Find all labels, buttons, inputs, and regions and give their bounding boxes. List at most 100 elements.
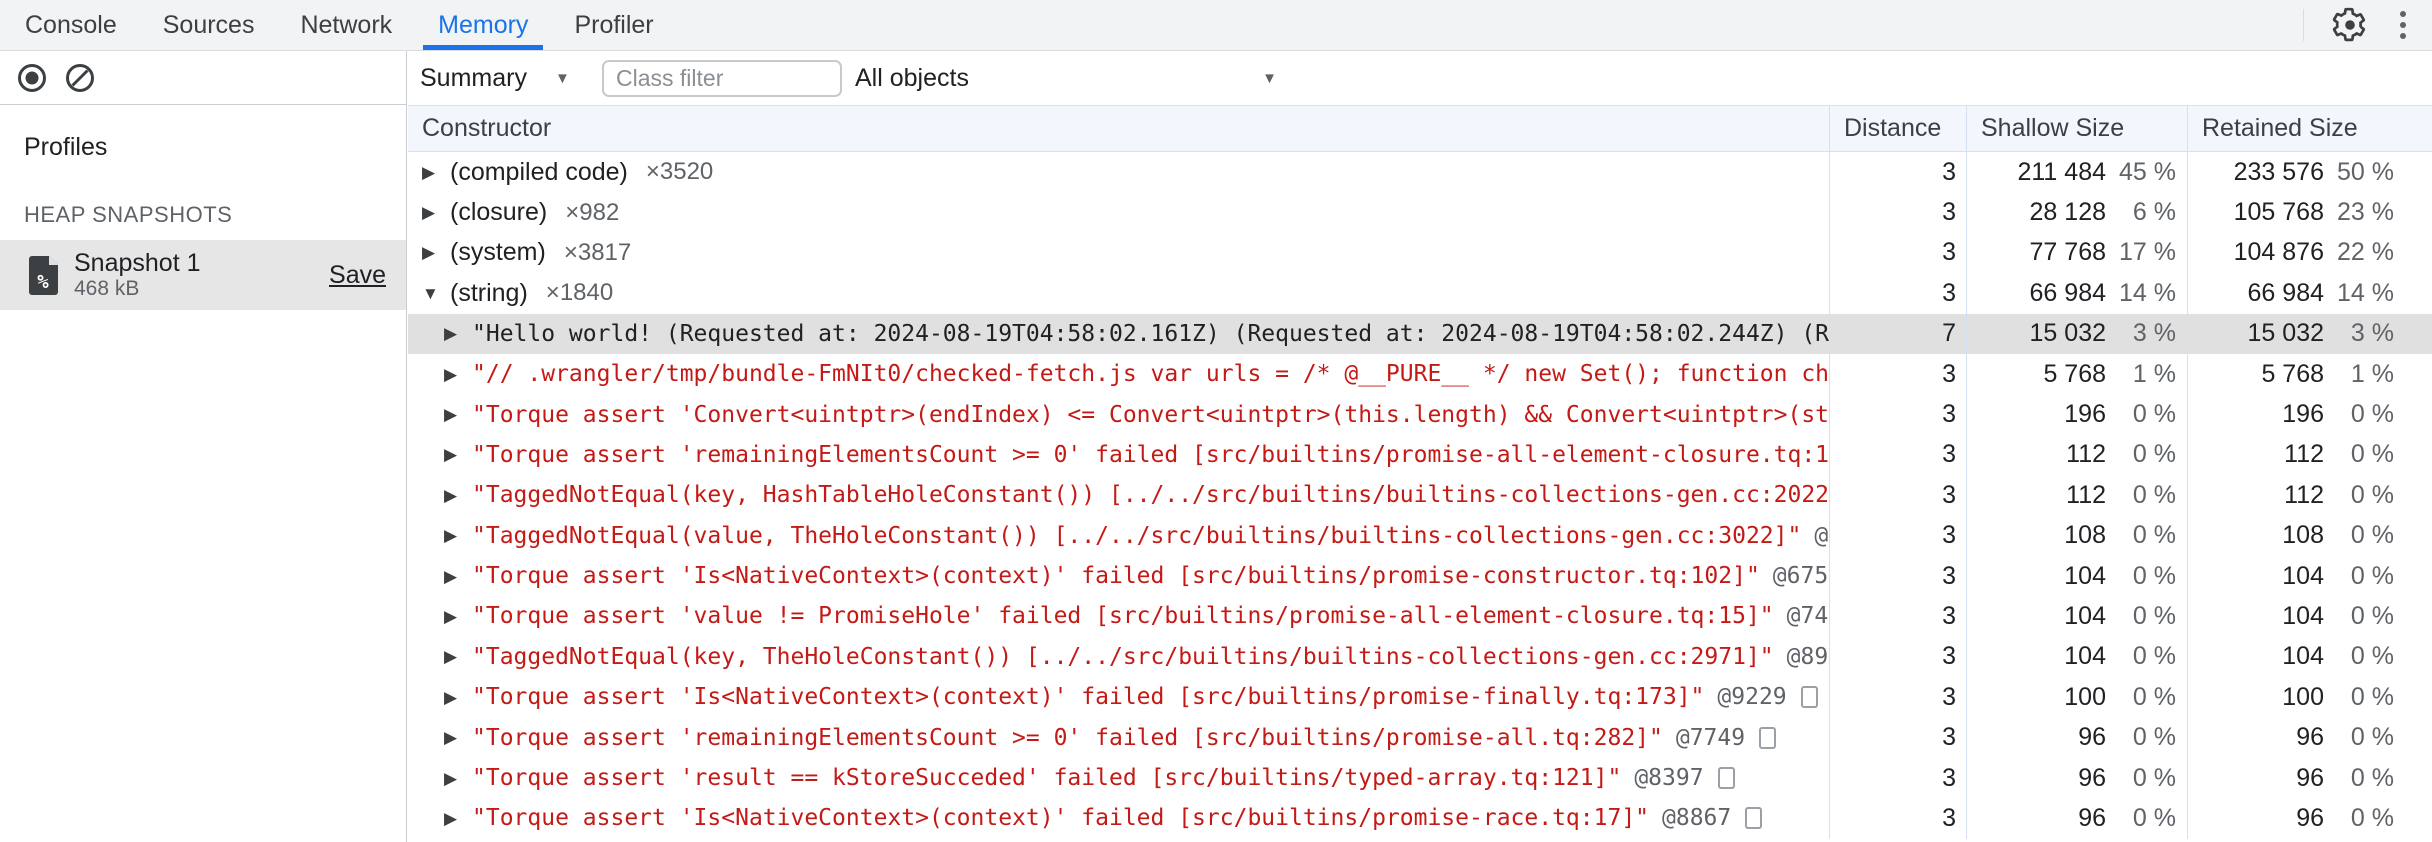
sidebar-item-snapshot-1[interactable]: % Snapshot 1 468 kB Save xyxy=(0,240,406,310)
distance-cell: 3 xyxy=(1829,717,1966,758)
save-button[interactable]: Save xyxy=(329,261,386,290)
object-box-icon xyxy=(1759,726,1777,749)
table-row[interactable]: ▶ "Torque assert 'Is<NativeContext>(cont… xyxy=(408,677,2432,718)
column-header-constructor[interactable]: Constructor xyxy=(408,106,1829,151)
distance-cell: 3 xyxy=(1829,555,1966,597)
retained-size-cell: 108 0 % xyxy=(2187,515,2432,556)
shallow-size-cell: 96 0 % xyxy=(1966,717,2187,758)
distance-cell: 3 xyxy=(1829,757,1966,799)
retained-size-cell: 233 576 50 % xyxy=(2187,152,2432,193)
table-row[interactable]: ▶ "// .wrangler/tmp/bundle-FmNIt0/checke… xyxy=(408,353,2432,395)
constructor-cell: ▶ "Torque assert 'remainingElementsCount… xyxy=(408,717,1829,757)
shallow-size-cell: 15 032 3 % xyxy=(1966,313,2187,354)
table-row[interactable]: ▶ "Torque assert 'remainingElementsCount… xyxy=(408,434,2432,476)
constructor-cell: ▶ "Torque assert 'Is<NativeContext>(cont… xyxy=(408,677,1829,717)
table-row[interactable]: ▶ "Hello world! (Requested at: 2024-08-1… xyxy=(408,313,2432,354)
distance-cell: 3 xyxy=(1829,636,1966,678)
instance-count: ×3817 xyxy=(563,238,632,266)
constructor-cell: ▼ (string) ×1840 xyxy=(408,273,1829,313)
snapshot-name: Snapshot 1 xyxy=(74,249,201,277)
table-row[interactable]: ▶ "Torque assert 'Is<NativeContext>(cont… xyxy=(408,798,2432,839)
retained-size-cell: 96 0 % xyxy=(2187,798,2432,839)
perspective-select[interactable]: Summary ▼ xyxy=(420,51,570,105)
profiles-toolbar xyxy=(0,51,406,105)
constructor-name: "// .wrangler/tmp/bundle-FmNIt0/checked-… xyxy=(472,361,1829,388)
object-id: @7437 xyxy=(1786,603,1829,630)
object-id: @9229 xyxy=(1717,684,1787,711)
disclosure-triangle-icon[interactable]: ▶ xyxy=(444,568,472,585)
tab-network[interactable]: Network xyxy=(277,0,415,50)
distance-cell: 3 xyxy=(1829,596,1966,637)
disclosure-triangle-icon[interactable]: ▶ xyxy=(444,648,472,665)
constructor-name: "Torque assert 'value != PromiseHole' fa… xyxy=(472,603,1774,630)
shallow-size-cell: 196 0 % xyxy=(1966,394,2187,435)
table-row[interactable]: ▶ "Torque assert 'value != PromiseHole' … xyxy=(408,596,2432,637)
shallow-size-cell: 104 0 % xyxy=(1966,636,2187,678)
retained-size-cell: 112 0 % xyxy=(2187,434,2432,476)
constructor-name: "Torque assert 'remainingElementsCount >… xyxy=(472,724,1663,751)
constructor-name: "TaggedNotEqual(value, TheHoleConstant()… xyxy=(472,522,1802,549)
disclosure-triangle-icon[interactable]: ▶ xyxy=(444,689,472,706)
disclosure-triangle-icon[interactable]: ▶ xyxy=(444,729,472,746)
disclosure-triangle-icon[interactable]: ▶ xyxy=(422,164,450,181)
clear-icon[interactable] xyxy=(65,63,95,93)
table-row[interactable]: ▶ "Torque assert 'Is<NativeContext>(cont… xyxy=(408,555,2432,597)
disclosure-triangle-icon[interactable]: ▶ xyxy=(444,810,472,827)
constructor-name: "Torque assert 'Convert<uintptr>(endInde… xyxy=(472,401,1829,428)
table-row[interactable]: ▶ "TaggedNotEqual(key, HashTableHoleCons… xyxy=(408,475,2432,516)
column-header-retained-size[interactable]: Retained Size xyxy=(2187,106,2432,151)
distance-cell: 3 xyxy=(1829,192,1966,233)
tab-sources[interactable]: Sources xyxy=(140,0,278,50)
objects-scope-select[interactable]: All objects ▼ xyxy=(855,51,1277,105)
kebab-menu-icon[interactable] xyxy=(2396,7,2410,43)
table-row[interactable]: ▶ "Torque assert 'Convert<uintptr>(endIn… xyxy=(408,394,2432,435)
heap-snapshot-view: Summary ▼ All objects ▼ Constructor Dist… xyxy=(408,51,2432,842)
disclosure-triangle-icon[interactable]: ▶ xyxy=(444,527,472,544)
disclosure-triangle-icon[interactable]: ▶ xyxy=(444,406,472,423)
disclosure-triangle-icon[interactable]: ▶ xyxy=(444,446,472,463)
retained-size-cell: 66 984 14 % xyxy=(2187,273,2432,314)
column-header-shallow-size[interactable]: Shallow Size xyxy=(1966,106,2187,151)
disclosure-triangle-icon[interactable]: ▶ xyxy=(444,770,472,787)
disclosure-triangle-icon[interactable]: ▶ xyxy=(422,204,450,221)
constructor-cell: ▶ "Torque assert 'Is<NativeContext>(cont… xyxy=(408,798,1829,838)
object-id: @8867 xyxy=(1662,805,1732,832)
table-row[interactable]: ▶ (compiled code) ×3520 3 211 484 45 % 23… xyxy=(408,152,2432,193)
shallow-size-cell: 112 0 % xyxy=(1966,434,2187,476)
table-row[interactable]: ▶ "TaggedNotEqual(value, TheHoleConstant… xyxy=(408,515,2432,556)
constructor-cell: ▶ (compiled code) ×3520 xyxy=(408,152,1829,192)
shallow-size-cell: 108 0 % xyxy=(1966,515,2187,556)
devtools-tabbar: Console Sources Network Memory Profiler xyxy=(0,0,2432,51)
disclosure-triangle-icon[interactable]: ▶ xyxy=(422,244,450,261)
tab-profiler[interactable]: Profiler xyxy=(551,0,676,50)
disclosure-triangle-icon[interactable]: ▶ xyxy=(444,325,472,342)
tab-memory[interactable]: Memory xyxy=(415,0,551,50)
gear-icon[interactable] xyxy=(2332,7,2368,43)
distance-cell: 3 xyxy=(1829,475,1966,516)
table-row[interactable]: ▶ (closure) ×982 3 28 128 6 % 105 768 23 % xyxy=(408,192,2432,233)
distance-cell: 3 xyxy=(1829,353,1966,395)
record-icon[interactable] xyxy=(17,63,47,93)
toolbar-divider xyxy=(2303,9,2304,41)
distance-cell: 3 xyxy=(1829,152,1966,193)
disclosure-triangle-icon[interactable]: ▶ xyxy=(444,608,472,625)
disclosure-triangle-icon[interactable]: ▼ xyxy=(422,285,450,302)
tab-console[interactable]: Console xyxy=(2,0,140,50)
table-row[interactable]: ▶ (system) ×3817 3 77 768 17 % 104 876 22 … xyxy=(408,232,2432,274)
disclosure-triangle-icon[interactable]: ▶ xyxy=(444,487,472,504)
disclosure-triangle-icon[interactable]: ▶ xyxy=(444,366,472,383)
constructor-cell: ▶ "TaggedNotEqual(key, HashTableHoleCons… xyxy=(408,475,1829,515)
constructor-cell: ▶ "Hello world! (Requested at: 2024-08-1… xyxy=(408,314,1829,354)
snapshot-size: 468 kB xyxy=(74,277,140,300)
object-box-icon xyxy=(1717,767,1735,790)
snapshot-info: Snapshot 1 468 kB xyxy=(74,249,201,301)
constructor-cell: ▶ (closure) ×982 xyxy=(408,192,1829,232)
table-row[interactable]: ▼ (string) ×1840 3 66 984 14 % 66 984 14 % xyxy=(408,273,2432,314)
table-row[interactable]: ▶ "Torque assert 'remainingElementsCount… xyxy=(408,717,2432,758)
shallow-size-cell: 77 768 17 % xyxy=(1966,232,2187,274)
table-row[interactable]: ▶ "Torque assert 'result == kStoreSucced… xyxy=(408,757,2432,799)
table-row[interactable]: ▶ "TaggedNotEqual(key, TheHoleConstant()… xyxy=(408,636,2432,678)
column-header-distance[interactable]: Distance xyxy=(1829,106,1966,151)
class-filter-input[interactable] xyxy=(602,60,842,97)
instance-count: ×1840 xyxy=(545,279,614,307)
